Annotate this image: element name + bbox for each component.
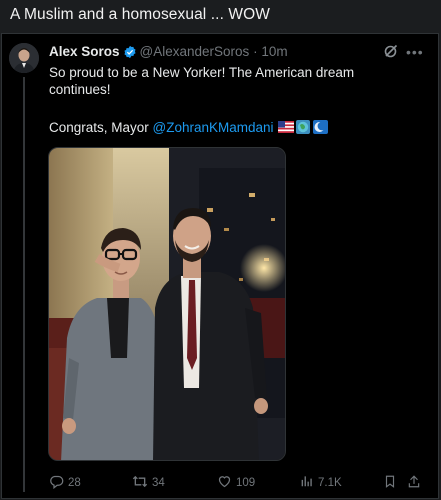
tweet-header: Alex Soros @AlexanderSoros · 10m: [49, 44, 288, 62]
repost-icon: [132, 474, 148, 492]
more-options-icon[interactable]: •••: [406, 44, 424, 60]
action-bar: 28 34 109 7.1K: [49, 472, 429, 492]
congrats-text: Congrats, Mayor: [49, 120, 153, 135]
mention-link[interactable]: @ZohranKMamdani: [153, 120, 274, 135]
reply-button[interactable]: 28: [49, 474, 81, 492]
reply-count: 28: [68, 477, 81, 489]
tweet-photo[interactable]: [48, 147, 286, 461]
avatar[interactable]: [9, 43, 39, 73]
like-button[interactable]: 109: [217, 474, 255, 492]
post-caption-bar: A Muslim and a homosexual ... WOW: [0, 0, 441, 30]
views-count: 7.1K: [318, 476, 342, 489]
us-flag-icon: [277, 121, 294, 133]
post-caption: A Muslim and a homosexual ... WOW: [10, 6, 270, 23]
timestamp[interactable]: 10m: [261, 44, 287, 59]
repost-count: 34: [152, 477, 165, 489]
separator-dot: ·: [253, 44, 258, 59]
grok-icon[interactable]: [383, 43, 399, 64]
display-name[interactable]: Alex Soros: [49, 44, 120, 59]
bookmark-button[interactable]: [383, 474, 397, 492]
reply-icon: [49, 474, 64, 492]
tweet-text: So proud to be a New Yorker! The America…: [49, 65, 355, 97]
verified-badge-icon: [123, 45, 137, 62]
like-count: 109: [236, 477, 256, 489]
tweet-text-line2: Congrats, Mayor @ZohranKMamdani: [49, 119, 331, 138]
thread-line: [23, 77, 25, 492]
crescent-moon-icon: [312, 120, 328, 134]
share-button[interactable]: [407, 474, 421, 492]
tweet-card[interactable]: Alex Soros @AlexanderSoros · 10m ••• So p…: [1, 33, 439, 499]
handle[interactable]: @AlexanderSoros: [140, 44, 250, 59]
bookmark-icon: [383, 474, 397, 492]
heart-icon: [217, 474, 232, 492]
repost-button[interactable]: 34: [132, 474, 165, 492]
earth-globe-icon: [295, 120, 310, 134]
share-icon: [407, 474, 421, 492]
views-chart-icon: [300, 474, 314, 491]
emoji-group: [277, 119, 331, 138]
views-button[interactable]: 7.1K: [300, 474, 342, 491]
